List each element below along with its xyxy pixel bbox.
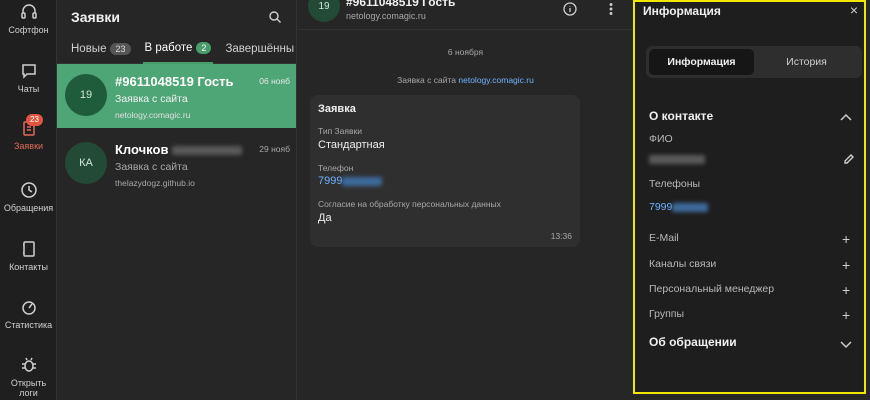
redacted-text xyxy=(172,146,243,156)
fio-label: ФИО xyxy=(649,133,673,145)
card-title: Заявка xyxy=(318,103,356,115)
tab-label: В работе xyxy=(144,41,193,54)
rail-label: Открыть xyxy=(10,378,47,388)
add-group-button[interactable]: + xyxy=(842,308,850,322)
rail-item-softphone[interactable]: Софтфон xyxy=(0,2,57,35)
info-panel: Информация × Информация История О контак… xyxy=(633,0,866,394)
phone-text: 7999 xyxy=(649,201,673,213)
conversation-subtitle: Заявка с сайта xyxy=(115,93,188,105)
card-consent-value: Да xyxy=(318,212,332,224)
rail-item-contacts[interactable]: Контакты xyxy=(0,239,57,272)
fio-value xyxy=(649,153,705,165)
chat-site: netology.comagic.ru xyxy=(346,11,426,21)
rail-label: Софтфон xyxy=(8,25,49,35)
chevron-up-icon[interactable] xyxy=(840,111,852,123)
info-tabs: Информация История xyxy=(646,46,862,78)
system-message-link[interactable]: netology.comagic.ru xyxy=(458,75,533,85)
card-phone-value[interactable]: 7999 xyxy=(318,175,383,187)
rail-item-requests[interactable]: 23 Заявки xyxy=(0,114,57,151)
chat-panel: 19 #9611048519 Гость netology.comagic.ru… xyxy=(298,0,633,400)
info-icon[interactable] xyxy=(563,2,577,16)
conversation-date: 29 нояб xyxy=(259,144,290,154)
conversation-list: Заявки Новые 23 В работе 2 Завершённы 19… xyxy=(57,0,297,400)
avatar: КА xyxy=(65,142,107,184)
conversation-site: netology.comagic.ru xyxy=(115,110,191,120)
card-type-value: Стандартная xyxy=(318,139,385,151)
tab-new[interactable]: Новые 23 xyxy=(69,34,133,64)
day-separator: 6 ноября xyxy=(447,47,484,57)
conversation-item[interactable]: КА Клочков 29 нояб Заявка с сайта thelaz… xyxy=(57,132,296,196)
conversation-item[interactable]: 19 #9611048519 Гость 06 нояб Заявка с са… xyxy=(57,64,296,128)
rail-item-logs[interactable]: Открыть логи xyxy=(0,355,57,398)
rail-label: Статистика xyxy=(4,320,53,330)
groups-label: Группы xyxy=(649,308,684,320)
message-time: 13:36 xyxy=(550,231,572,241)
requests-badge: 23 xyxy=(26,114,43,126)
tab-information[interactable]: Информация xyxy=(649,49,754,75)
phone-text: 7999 xyxy=(318,175,343,187)
chat-icon xyxy=(19,61,39,81)
rail-label: Контакты xyxy=(9,262,48,272)
add-manager-button[interactable]: + xyxy=(842,283,850,297)
nav-rail: Софтфон Чаты 23 Заявки Обращения Контакт… xyxy=(0,0,57,400)
chat-header: 19 #9611048519 Гость netology.comagic.ru xyxy=(298,0,633,30)
contacts-icon xyxy=(19,239,39,259)
stats-icon xyxy=(19,297,39,317)
list-header: Заявки xyxy=(57,0,296,34)
channels-label: Каналы связи xyxy=(649,258,717,270)
close-icon[interactable]: × xyxy=(850,2,858,18)
add-channel-button[interactable]: + xyxy=(842,258,850,272)
edit-icon[interactable] xyxy=(843,152,855,164)
rail-item-chats[interactable]: Чаты xyxy=(0,61,57,94)
rail-label-2: логи xyxy=(19,388,38,398)
card-consent-label: Согласие на обработку персональных данны… xyxy=(318,199,501,209)
tab-label: Новые xyxy=(71,42,107,55)
headset-icon xyxy=(19,2,39,22)
avatar: 19 xyxy=(65,74,107,116)
card-type-label: Тип Заявки xyxy=(318,126,362,136)
redacted-text xyxy=(672,202,709,212)
conversation-name-text: Клочков xyxy=(115,142,169,157)
status-tabs: Новые 23 В работе 2 Завершённы xyxy=(57,34,296,64)
conversation-date: 06 нояб xyxy=(259,76,290,86)
search-icon[interactable] xyxy=(268,10,282,24)
list-title: Заявки xyxy=(71,9,120,25)
more-vertical-icon[interactable] xyxy=(604,2,618,16)
rail-label: Чаты xyxy=(17,84,40,94)
avatar: 19 xyxy=(308,0,340,22)
phone-value[interactable]: 7999 xyxy=(649,201,709,213)
tab-history[interactable]: История xyxy=(754,49,859,75)
email-label: E-Mail xyxy=(649,232,679,244)
conversation-name: Клочков xyxy=(115,142,243,157)
about-section-title[interactable]: Об обращении xyxy=(649,335,737,349)
request-card: Заявка Тип Заявки Стандартная Телефон 79… xyxy=(310,95,580,247)
tab-count: 2 xyxy=(196,41,212,54)
rail-label: Обращения xyxy=(3,203,54,213)
tab-in-progress[interactable]: В работе 2 xyxy=(142,34,214,64)
system-message-text: Заявка с сайта xyxy=(397,75,457,85)
redacted-text xyxy=(649,154,705,164)
manager-label: Персональный менеджер xyxy=(649,283,775,295)
tab-label: Завершённы xyxy=(225,42,295,55)
redacted-text xyxy=(342,176,383,186)
add-email-button[interactable]: + xyxy=(842,232,850,246)
bug-icon xyxy=(19,355,39,375)
chat-title: #9611048519 Гость xyxy=(346,0,456,9)
rail-item-appeals[interactable]: Обращения xyxy=(0,180,57,213)
chevron-down-icon[interactable] xyxy=(840,337,852,349)
conversation-subtitle: Заявка с сайта xyxy=(115,161,188,173)
conversation-site: thelazydogz.github.io xyxy=(115,178,195,188)
phones-label: Телефоны xyxy=(649,178,701,190)
card-phone-label: Телефон xyxy=(318,163,354,173)
tab-count: 23 xyxy=(110,42,131,55)
rail-item-stats[interactable]: Статистика xyxy=(0,297,57,330)
info-header: Информация × xyxy=(635,2,864,20)
tab-completed[interactable]: Завершённы xyxy=(223,34,296,64)
rail-label: Заявки xyxy=(13,141,44,151)
conversation-name: #9611048519 Гость xyxy=(115,74,234,89)
info-title: Информация xyxy=(643,4,721,18)
clock-icon xyxy=(19,180,39,200)
system-message: Заявка с сайта netology.comagic.ru xyxy=(298,75,633,85)
contact-section-title[interactable]: О контакте xyxy=(649,109,713,123)
